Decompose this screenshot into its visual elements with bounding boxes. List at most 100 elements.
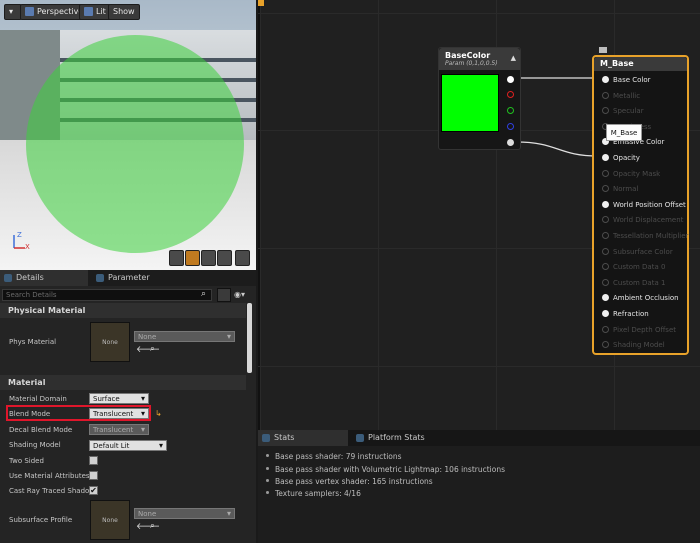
pin-label: Opacity Mask bbox=[613, 169, 661, 178]
section-material[interactable]: Material bbox=[0, 375, 246, 390]
m-base-pin[interactable]: Custom Data 1 bbox=[602, 278, 665, 287]
m-base-pin[interactable]: Normal bbox=[602, 185, 638, 193]
two-sided-checkbox[interactable] bbox=[89, 456, 98, 465]
cast-ray-traced-shadow-label: Cast Ray Traced Shadow bbox=[9, 487, 96, 495]
decal-blend-mode-label: Decal Blend Mode bbox=[9, 426, 73, 434]
details-scrollbar[interactable] bbox=[247, 303, 252, 373]
alpha-output-pin[interactable] bbox=[507, 139, 514, 146]
grid-view-icon[interactable] bbox=[217, 288, 231, 302]
preview-mesh-button[interactable] bbox=[235, 250, 250, 266]
m-base-pin[interactable]: Custom Data 0 bbox=[602, 263, 665, 271]
input-pin-icon[interactable] bbox=[602, 169, 609, 177]
shading-model-label: Shading Model bbox=[9, 441, 61, 449]
preview-sphere bbox=[26, 35, 244, 253]
details-tab-icon bbox=[4, 274, 12, 282]
pin-label: Ambient Occlusion bbox=[613, 294, 679, 303]
phys-material-picker[interactable]: None bbox=[134, 331, 235, 342]
pin-label: World Displacement bbox=[613, 216, 684, 225]
view-options-eye-icon[interactable]: ◉▾ bbox=[234, 290, 252, 300]
input-pin-icon[interactable] bbox=[602, 247, 609, 255]
browse-search-icon[interactable]: ⌕ bbox=[150, 344, 155, 354]
m-base-pin[interactable]: Pixel Depth Offset bbox=[602, 325, 676, 334]
m-base-pin[interactable]: Tessellation Multiplier bbox=[602, 232, 688, 240]
subsurface-profile-thumbnail[interactable]: None bbox=[90, 500, 130, 540]
tab-details[interactable]: Details bbox=[0, 270, 88, 286]
material-domain-label: Material Domain bbox=[9, 395, 67, 403]
pin-label: Refraction bbox=[613, 310, 649, 318]
input-pin-icon[interactable] bbox=[602, 263, 609, 271]
axis-x-label: X bbox=[25, 243, 30, 251]
use-selected-arrow-icon[interactable]: 🡐 bbox=[136, 344, 160, 355]
input-pin-icon[interactable] bbox=[602, 107, 609, 115]
subsurface-profile-label: Subsurface Profile bbox=[9, 516, 73, 524]
tab-stats[interactable]: Stats bbox=[258, 430, 348, 446]
input-pin-icon[interactable] bbox=[602, 310, 609, 317]
m-base-pin[interactable]: World Position Offset bbox=[602, 200, 686, 209]
m-base-pin[interactable]: Base Color bbox=[602, 76, 651, 84]
input-pin-icon[interactable] bbox=[602, 341, 609, 349]
input-pin-icon[interactable] bbox=[602, 216, 609, 224]
stats-tab-icon bbox=[262, 434, 270, 442]
pin-label: Tessellation Multiplier bbox=[613, 232, 689, 240]
input-pin-icon[interactable] bbox=[602, 325, 609, 333]
stat-line: Base pass shader with Volumetric Lightma… bbox=[266, 465, 505, 474]
browse-search-icon[interactable]: ⌕ bbox=[150, 521, 155, 531]
material-domain-dropdown[interactable]: Surface bbox=[89, 393, 149, 404]
m-base-pin[interactable]: Shading Model bbox=[602, 341, 665, 349]
use-selected-arrow-icon[interactable]: 🡐 bbox=[136, 521, 160, 532]
material-preview-viewport[interactable]: ▾ Perspective Lit Show Z X bbox=[0, 0, 256, 270]
basecolor-node-title: BaseColor bbox=[445, 51, 491, 60]
m-base-pin[interactable]: Opacity bbox=[602, 154, 640, 162]
m-base-pin[interactable]: Refraction bbox=[602, 310, 649, 318]
phys-material-thumbnail[interactable]: None bbox=[90, 322, 130, 362]
input-pin-icon[interactable] bbox=[602, 91, 609, 99]
input-pin-icon[interactable] bbox=[602, 294, 609, 302]
preview-cube-button[interactable] bbox=[217, 250, 232, 266]
m-base-pin[interactable]: World Displacement bbox=[602, 216, 683, 224]
b-output-pin[interactable] bbox=[507, 123, 514, 130]
subsurface-profile-picker[interactable]: None bbox=[134, 508, 235, 519]
shading-model-dropdown[interactable]: Default Lit bbox=[89, 440, 167, 451]
stat-line: Base pass shader: 79 instructions bbox=[266, 452, 402, 461]
input-pin-icon[interactable] bbox=[602, 76, 609, 83]
m-base-pin[interactable]: Opacity Mask bbox=[602, 169, 661, 178]
decal-blend-mode-dropdown[interactable]: Translucent bbox=[89, 424, 149, 435]
input-pin-icon[interactable] bbox=[602, 154, 609, 161]
m-base-pin[interactable]: Subsurface Color bbox=[602, 247, 673, 256]
section-physical-material[interactable]: Physical Material bbox=[0, 303, 246, 318]
lit-button[interactable]: Lit bbox=[79, 4, 111, 20]
show-button[interactable]: Show bbox=[108, 4, 140, 20]
m-base-result-node[interactable]: M_Base Base ColorMetallicSpecularRoughne… bbox=[592, 55, 689, 355]
m-base-header: M_Base bbox=[594, 57, 687, 71]
node-comment-icon[interactable] bbox=[599, 47, 607, 53]
rgba-output-pin[interactable] bbox=[507, 76, 514, 83]
reset-to-default-icon[interactable]: ↳ bbox=[155, 409, 162, 418]
phys-material-label: Phys Material bbox=[9, 338, 57, 346]
m-base-pin[interactable]: Metallic bbox=[602, 91, 640, 100]
g-output-pin[interactable] bbox=[507, 107, 514, 114]
tab-platform-stats[interactable]: Platform Stats bbox=[352, 430, 442, 446]
input-pin-icon[interactable] bbox=[602, 278, 609, 286]
material-graph-canvas[interactable]: BaseColor Param (0,1,0,0.5) ▲ M_Base Bas… bbox=[258, 0, 700, 430]
m-base-pin[interactable]: Ambient Occlusion bbox=[602, 294, 679, 302]
pin-label: Normal bbox=[613, 185, 639, 194]
stats-panel: Stats Platform Stats Base pass shader: 7… bbox=[258, 430, 700, 543]
cast-ray-traced-shadow-checkbox[interactable]: ✔ bbox=[89, 486, 98, 495]
input-pin-icon[interactable] bbox=[602, 185, 609, 193]
basecolor-param-node[interactable]: BaseColor Param (0,1,0,0.5) ▲ bbox=[438, 47, 521, 150]
preview-plane-button[interactable] bbox=[201, 250, 216, 266]
m-base-pin[interactable]: Specular bbox=[602, 107, 644, 115]
basecolor-node-subtitle: Param (0,1,0,0.5) bbox=[445, 60, 498, 67]
details-search-input[interactable]: Search Details bbox=[2, 289, 212, 301]
input-pin-icon[interactable] bbox=[602, 200, 609, 208]
preview-sphere-button[interactable] bbox=[185, 250, 200, 266]
preview-cylinder-button[interactable] bbox=[169, 250, 184, 266]
search-icon[interactable]: ⌕ bbox=[201, 289, 213, 301]
tab-parameter-defaults[interactable]: Parameter Defaults bbox=[92, 270, 176, 298]
use-material-attributes-checkbox[interactable] bbox=[89, 471, 98, 480]
parameter-tab-icon bbox=[96, 274, 104, 282]
input-pin-icon[interactable] bbox=[602, 232, 609, 239]
r-output-pin[interactable] bbox=[507, 91, 514, 98]
pin-label: Pixel Depth Offset bbox=[613, 325, 676, 334]
collapse-arrow-icon[interactable]: ▲ bbox=[511, 54, 516, 62]
